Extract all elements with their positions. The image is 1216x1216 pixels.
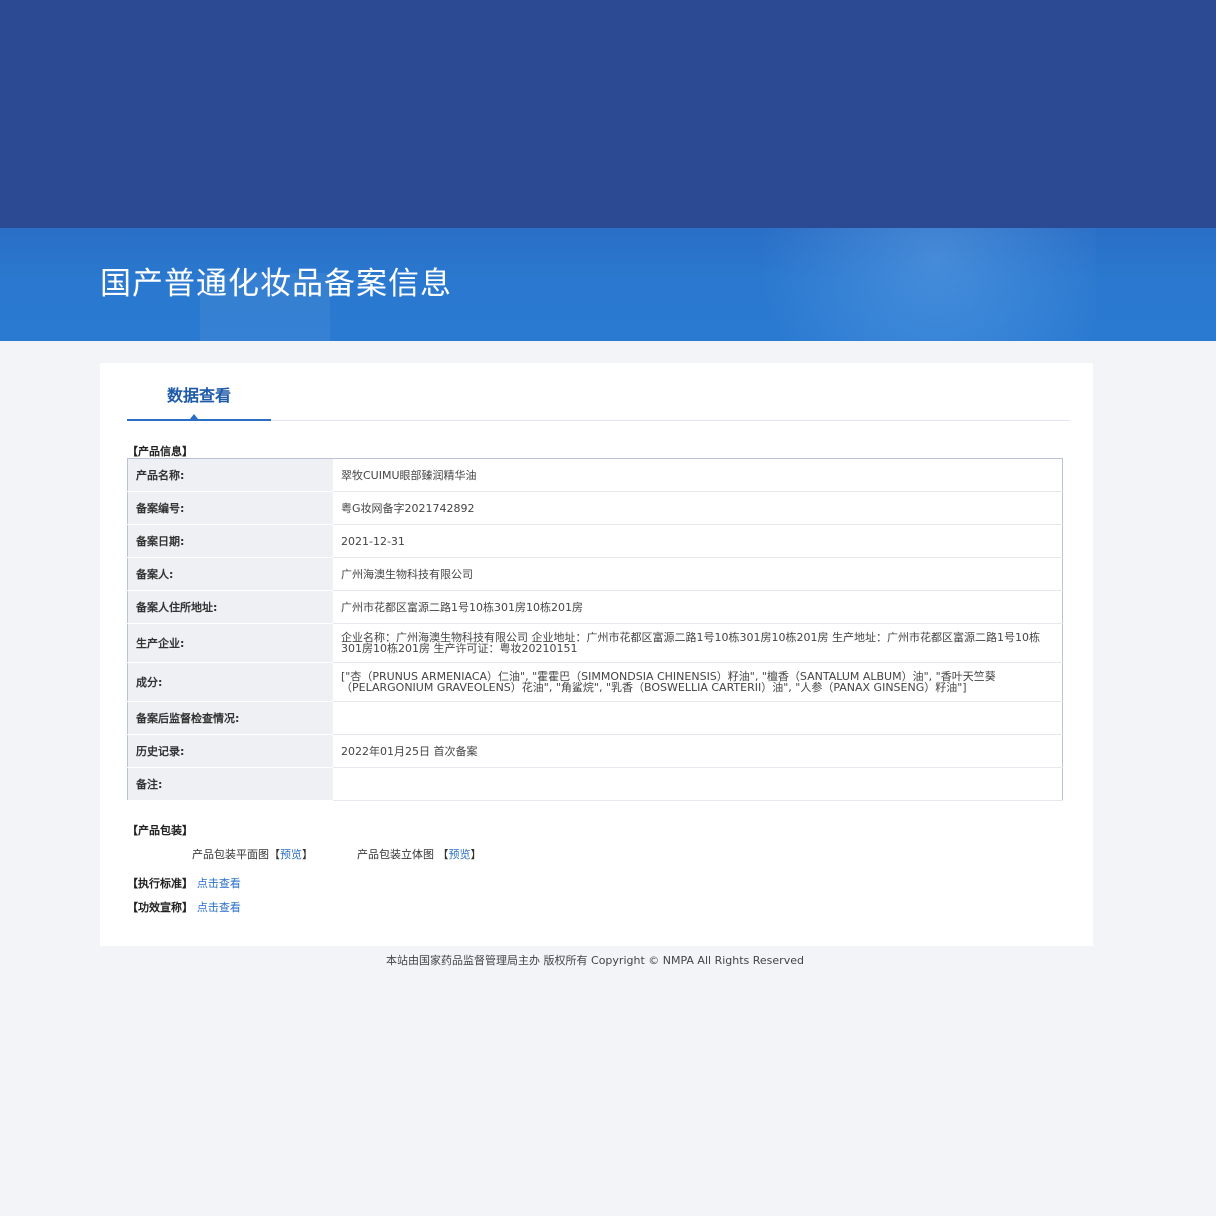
tab-indicator-arrow-icon: [190, 414, 198, 419]
standard-view-link[interactable]: 点击查看: [197, 877, 241, 890]
claims-row: 【功效宣称】 点击查看: [127, 899, 241, 915]
table-row: 备案编号: 粤G妆网备字2021742892: [127, 491, 1063, 525]
page-banner: 国产普通化妆品备案信息: [0, 228, 1216, 341]
flat-package-item: 产品包装平面图【预览】: [192, 846, 313, 862]
bracket-close: 】: [302, 848, 313, 861]
row-key: 备案人住所地址:: [127, 590, 333, 624]
table-row: 成分: ["杏（PRUNUS ARMENIACA）仁油", "霍霍巴（SIMMO…: [127, 662, 1063, 702]
table-row: 备案人住所地址: 广州市花都区富源二路1号10栋301房10栋201房: [127, 590, 1063, 624]
row-value: 2021-12-31: [333, 524, 1063, 558]
flat-package-preview-link[interactable]: 预览: [280, 848, 302, 861]
claims-label: 【功效宣称】: [127, 901, 193, 914]
claims-view-link[interactable]: 点击查看: [197, 901, 241, 914]
bracket-open: 【: [437, 848, 449, 861]
row-key: 备注:: [127, 767, 333, 801]
row-key: 历史记录:: [127, 734, 333, 768]
row-key: 生产企业:: [127, 623, 333, 663]
tab-active-indicator: [127, 419, 271, 421]
row-value: 广州市花都区富源二路1号10栋301房10栋201房: [333, 590, 1063, 624]
table-row: 备注:: [127, 767, 1063, 801]
solid-package-preview-link[interactable]: 预览: [449, 848, 471, 861]
row-value: [333, 701, 1063, 735]
tab-data-view[interactable]: 数据查看: [127, 383, 271, 419]
row-value: 广州海澳生物科技有限公司: [333, 557, 1063, 591]
top-header-band: [0, 0, 1216, 228]
bracket-open: 【: [269, 848, 280, 861]
row-value: [333, 767, 1063, 801]
table-row: 历史记录: 2022年01月25日 首次备案: [127, 734, 1063, 768]
bracket-close: 】: [470, 848, 482, 861]
page-title: 国产普通化妆品备案信息: [100, 266, 452, 302]
row-key: 备案人:: [127, 557, 333, 591]
row-value: 2022年01月25日 首次备案: [333, 734, 1063, 768]
table-row: 生产企业: 企业名称：广州海澳生物科技有限公司 企业地址：广州市花都区富源二路1…: [127, 623, 1063, 663]
flat-package-label: 产品包装平面图: [192, 848, 269, 861]
packaging-section-label: 【产品包装】: [127, 824, 193, 837]
standard-label: 【执行标准】: [127, 877, 193, 890]
row-key: 成分:: [127, 662, 333, 702]
row-key: 备案日期:: [127, 524, 333, 558]
row-value: 企业名称：广州海澳生物科技有限公司 企业地址：广州市花都区富源二路1号10栋30…: [333, 623, 1063, 663]
table-row: 备案日期: 2021-12-31: [127, 524, 1063, 558]
table-row: 备案人: 广州海澳生物科技有限公司: [127, 557, 1063, 591]
product-info-section-label: 【产品信息】: [127, 445, 193, 458]
solid-package-label: 产品包装立体图: [357, 848, 434, 861]
product-info-table: 产品名称: 翠牧CUIMU眼部臻润精华油 备案编号: 粤G妆网备字2021742…: [127, 458, 1063, 801]
row-key: 备案编号:: [127, 491, 333, 525]
row-value: 粤G妆网备字2021742892: [333, 491, 1063, 525]
content-card: 数据查看 【产品信息】 产品名称: 翠牧CUIMU眼部臻润精华油 备案编号: 粤…: [100, 363, 1093, 946]
row-value: 翠牧CUIMU眼部臻润精华油: [333, 458, 1063, 492]
solid-package-item: 产品包装立体图 【预览】: [357, 846, 482, 862]
table-row: 产品名称: 翠牧CUIMU眼部臻润精华油: [127, 458, 1063, 492]
row-value: ["杏（PRUNUS ARMENIACA）仁油", "霍霍巴（SIMMONDSI…: [333, 662, 1063, 702]
standard-row: 【执行标准】 点击查看: [127, 875, 241, 891]
footer-copyright: 本站由国家药品监督管理局主办 版权所有 Copyright © NMPA All…: [386, 954, 804, 967]
row-key: 产品名称:: [127, 458, 333, 492]
row-key: 备案后监督检查情况:: [127, 701, 333, 735]
table-row: 备案后监督检查情况:: [127, 701, 1063, 735]
